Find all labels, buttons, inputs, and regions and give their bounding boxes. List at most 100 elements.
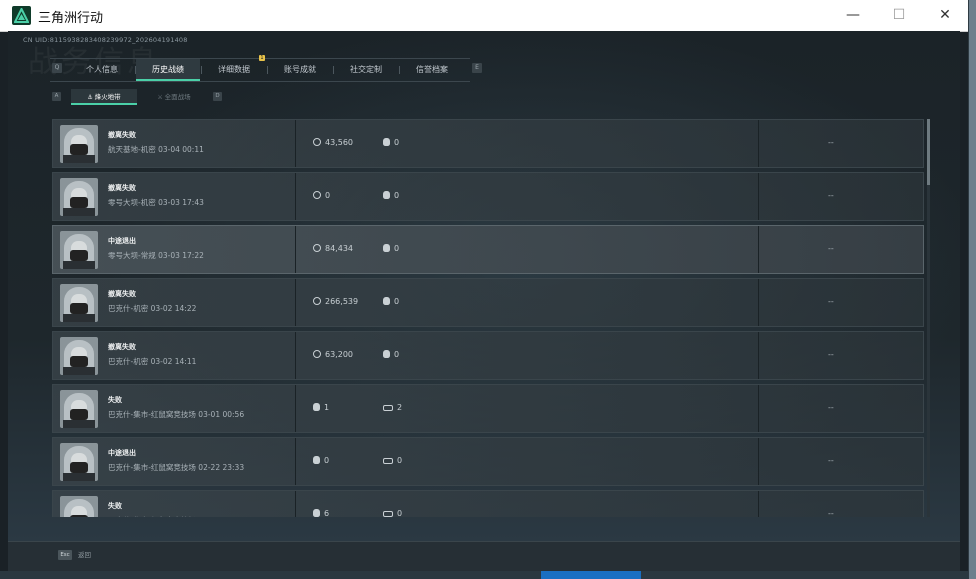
skull-icon	[383, 297, 390, 305]
row-divider	[295, 491, 296, 517]
operator-avatar	[60, 337, 98, 375]
record-extra: --	[828, 244, 834, 253]
row-divider	[758, 332, 759, 379]
record-extra: --	[828, 403, 834, 412]
back-label[interactable]: 返回	[78, 550, 91, 560]
record-stat-primary: 0	[313, 456, 329, 465]
row-divider	[758, 279, 759, 326]
subtab-full-battle-label: 全面战场	[164, 93, 191, 101]
stat-primary-value: 0	[325, 191, 331, 200]
record-stat-secondary: 2	[383, 403, 402, 412]
tab-match-history[interactable]: 历史战绩	[136, 59, 200, 81]
tab-next-key[interactable]: E	[472, 63, 482, 73]
list-scrollbar[interactable]	[927, 119, 930, 517]
record-stat-secondary: 0	[383, 350, 399, 359]
record-detail: 零号大坝-常规 03-03 17:22	[108, 251, 204, 260]
stat-primary-value: 43,560	[325, 138, 353, 147]
operator-avatar	[60, 125, 98, 163]
minimize-button[interactable]: —	[830, 0, 876, 31]
skull-icon	[313, 403, 320, 411]
record-stat-secondary: 0	[383, 509, 402, 517]
row-divider	[758, 226, 759, 273]
subtab-prev-key[interactable]: A	[52, 92, 61, 101]
subtab-next-key[interactable]: D	[213, 92, 222, 101]
maximize-button[interactable]: ☐	[876, 0, 922, 31]
app-window: 三角洲行动 — ☐ ✕ 战务信息 CN UID:8115938283408239…	[0, 0, 969, 579]
row-divider	[295, 438, 296, 485]
record-status: 撤离失败	[108, 131, 136, 139]
row-divider	[758, 173, 759, 220]
notification-badge: 1	[259, 55, 265, 61]
coin-icon	[313, 297, 321, 305]
skull-icon	[383, 350, 390, 358]
stat-secondary-value: 0	[397, 509, 403, 517]
tab-personal-info[interactable]: 个人信息	[70, 59, 134, 81]
scrollbar-thumb[interactable]	[927, 119, 930, 185]
record-detail: 巴克什-集市-红鼠窝竞技场 03-01 00:56	[108, 410, 245, 419]
record-status: 失败	[108, 396, 122, 404]
record-detail: 航天基地-机密 03-04 00:11	[108, 145, 204, 154]
coin-icon	[313, 191, 321, 199]
close-button[interactable]: ✕	[922, 0, 968, 31]
skull-icon	[313, 456, 320, 464]
record-row[interactable]: 撤离失败 航天基地-机密 03-04 00:11 43,560 0 --	[52, 119, 924, 168]
record-row[interactable]: 撤离失败 零号大坝-机密 03-03 17:43 0 0 --	[52, 172, 924, 221]
handshake-icon	[383, 458, 393, 464]
skull-icon	[383, 244, 390, 252]
tab-social-custom[interactable]: 社交定制	[334, 59, 398, 81]
operator-avatar	[60, 496, 98, 517]
record-stat-secondary: 0	[383, 191, 399, 200]
stat-secondary-value: 2	[397, 403, 403, 412]
stat-primary-value: 0	[324, 456, 330, 465]
app-logo-icon	[12, 6, 31, 25]
record-status: 撤离失败	[108, 290, 136, 298]
record-extra: --	[828, 509, 834, 517]
record-row[interactable]: 撤离失败 巴克什-机密 03-02 14:11 63,200 0 --	[52, 331, 924, 380]
stat-secondary-value: 0	[394, 191, 400, 200]
handshake-icon	[383, 511, 393, 517]
match-history-list[interactable]: 撤离失败 航天基地-机密 03-04 00:11 43,560 0 -- 撤离失败 零号大坝…	[52, 119, 924, 517]
operator-avatar	[60, 178, 98, 216]
extraction-icon: ⚓	[87, 94, 95, 101]
record-row[interactable]: 撤离失败 巴克什-机密 03-02 14:22 266,539 0 --	[52, 278, 924, 327]
record-row[interactable]: 失败巴克什-集市-红鼠窝竞技场 02-22 23:21 6 0 --	[52, 490, 924, 517]
record-status: 撤离失败	[108, 184, 136, 192]
row-divider	[758, 438, 759, 485]
handshake-icon	[383, 405, 393, 411]
record-stat-primary: 43,560	[313, 138, 353, 147]
tab-achievements[interactable]: 账号成就	[268, 59, 332, 81]
record-stat-primary: 266,539	[313, 297, 358, 306]
skull-icon	[383, 191, 390, 199]
row-divider	[295, 120, 296, 167]
stat-primary-value: 84,434	[325, 244, 353, 253]
operator-avatar	[60, 443, 98, 481]
operator-avatar	[60, 231, 98, 269]
subtab-full-battle[interactable]: ⚔ 全面战场	[141, 89, 207, 105]
stat-secondary-value: 0	[394, 350, 400, 359]
subtab-havoc-zone[interactable]: ⚓ 烽火地带	[71, 89, 137, 105]
record-status: 中途退出	[108, 449, 136, 457]
record-extra: --	[828, 350, 834, 359]
tab-credit-record[interactable]: 信誉档案	[400, 59, 464, 81]
taskbar-active-item	[541, 571, 641, 579]
coin-icon	[313, 138, 321, 146]
battlefield-icon: ⚔	[157, 94, 165, 101]
row-divider	[758, 491, 759, 517]
record-row[interactable]: 中途退出 巴克什-集市-红鼠窝竞技场 02-22 23:33 0 0 --	[52, 437, 924, 486]
record-extra: --	[828, 191, 834, 200]
record-stat-primary: 6	[313, 509, 329, 517]
stat-primary-value: 6	[324, 509, 330, 517]
esc-key[interactable]: Esc	[58, 550, 72, 560]
record-row[interactable]: 失败 巴克什-集市-红鼠窝竞技场 03-01 00:56 1 2 --	[52, 384, 924, 433]
row-divider	[295, 279, 296, 326]
record-extra: --	[828, 138, 834, 147]
tab-detailed-data[interactable]: 详细数据	[202, 59, 266, 81]
record-status: 撤离失败	[108, 343, 136, 351]
record-status: 中途退出	[108, 237, 136, 245]
bottom-bar: Esc 返回	[8, 541, 960, 572]
record-stat-secondary: 0	[383, 297, 399, 306]
operator-avatar	[60, 390, 98, 428]
row-divider	[295, 332, 296, 379]
record-stat-primary: 63,200	[313, 350, 353, 359]
record-row[interactable]: 中途退出 零号大坝-常规 03-03 17:22 84,434 0 --	[52, 225, 924, 274]
